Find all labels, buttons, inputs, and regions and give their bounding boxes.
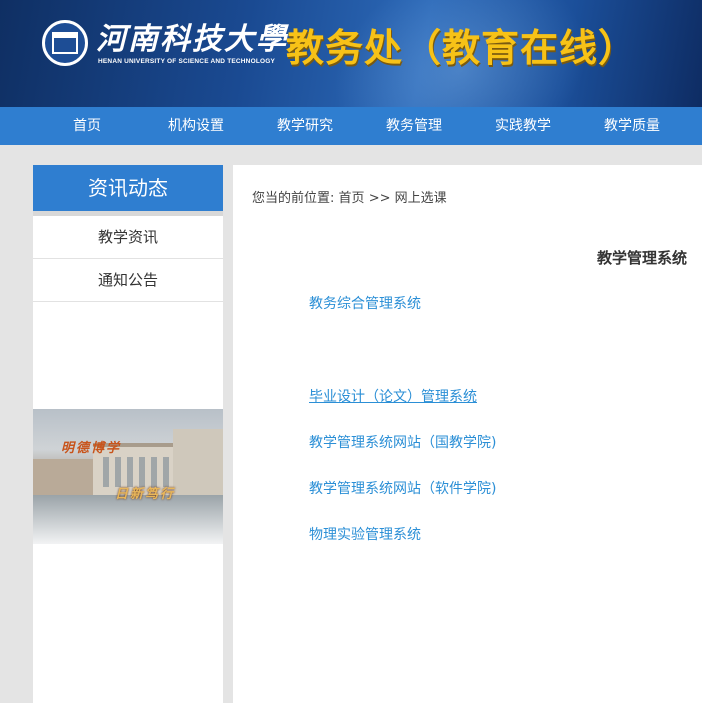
nav-item-teaching-research[interactable]: 教学研究 [255, 107, 355, 145]
building-shape [173, 429, 223, 495]
breadcrumb-separator: >> [368, 191, 391, 206]
breadcrumb-current: 网上选课 [394, 191, 447, 206]
nav-item-home[interactable]: 首页 [37, 107, 137, 145]
university-name-cn: 河南科技大學 [96, 22, 288, 57]
section-title: 教学管理系统 [596, 249, 687, 267]
breadcrumb-home-link[interactable]: 首页 [339, 191, 365, 206]
sidebar-item-notices[interactable]: 通知公告 [33, 259, 223, 302]
nav-item-practice-teaching[interactable]: 实践教学 [473, 107, 573, 145]
link-physics-lab-system[interactable]: 物理实验管理系统 [309, 524, 421, 544]
university-name-en: HENAN UNIVERSITY OF SCIENCE AND TECHNOLO… [98, 58, 276, 65]
water-reflection [33, 495, 223, 544]
nav-item-academic-affairs[interactable]: 教务管理 [364, 107, 464, 145]
nav-item-teaching-quality[interactable]: 教学质量 [582, 107, 682, 145]
site-title: 教务处（教育在线） [286, 26, 638, 70]
main-nav: 首页 机构设置 教学研究 教务管理 实践教学 教学质量 [0, 107, 702, 145]
nav-item-organization[interactable]: 机构设置 [146, 107, 246, 145]
site-header: 河南科技大學 HENAN UNIVERSITY OF SCIENCE AND T… [0, 0, 702, 107]
campus-banner-image[interactable]: 明德博学 日新笃行 [33, 409, 223, 544]
breadcrumb: 您当的前位置: 首页 >> 网上选课 [252, 187, 447, 206]
link-academic-management-system[interactable]: 教务综合管理系统 [309, 293, 421, 313]
link-international-college-system[interactable]: 教学管理系统网站（国教学院) [309, 432, 496, 452]
building-icon [52, 32, 78, 54]
university-logo-icon[interactable] [42, 20, 88, 66]
breadcrumb-prefix: 您当的前位置: [252, 191, 335, 206]
banner-motto-line2: 日新笃行 [115, 487, 176, 502]
banner-motto-line1: 明德博学 [61, 441, 122, 456]
main-content: 您当的前位置: 首页 >> 网上选课 教学管理系统 教务综合管理系统 毕业设计（… [233, 165, 702, 703]
link-software-college-system[interactable]: 教学管理系统网站（软件学院) [309, 478, 496, 498]
sidebar: 资讯动态 教学资讯 通知公告 明德博学 日新笃行 [33, 165, 223, 703]
building-shape [33, 459, 98, 495]
link-graduation-thesis-system[interactable]: 毕业设计（论文）管理系统 [309, 386, 477, 406]
sidebar-item-teaching-news[interactable]: 教学资讯 [33, 216, 223, 259]
sidebar-title: 资讯动态 [33, 165, 223, 211]
